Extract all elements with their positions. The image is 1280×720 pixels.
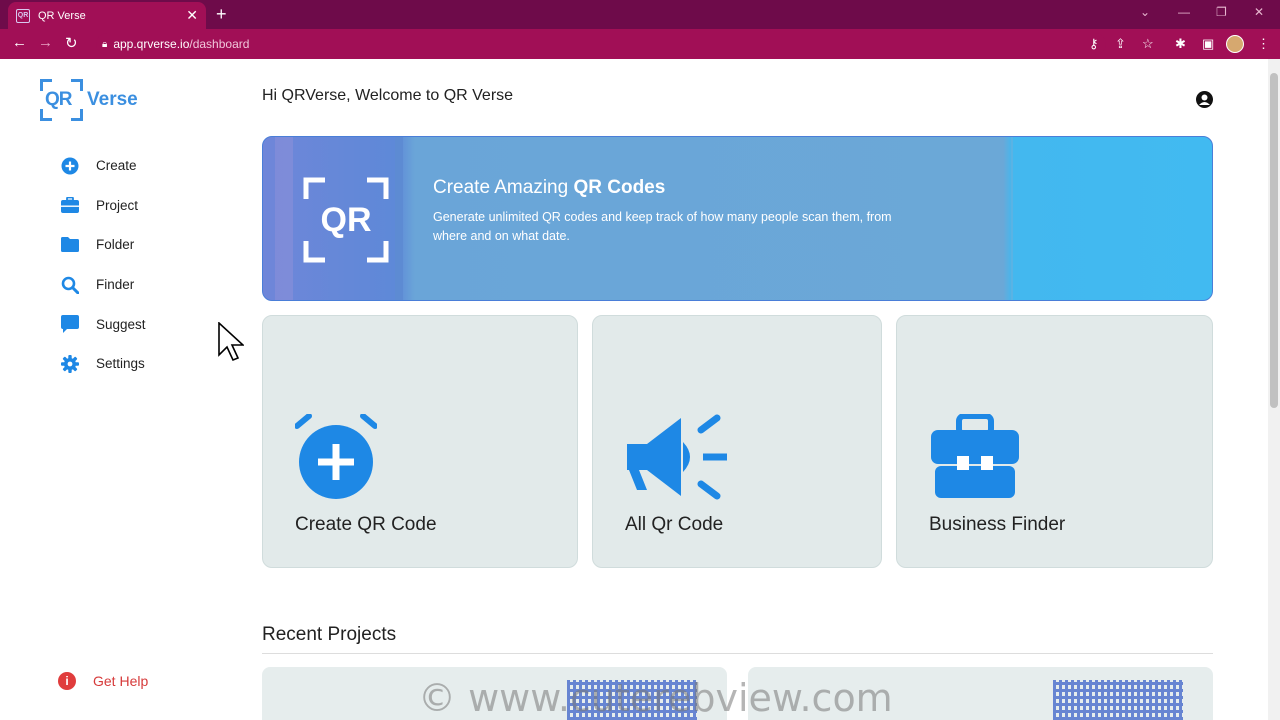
forward-icon[interactable]: → bbox=[38, 34, 53, 51]
hero-banner: QR Create Amazing QR Codes Generate unli… bbox=[262, 136, 1213, 301]
mouse-cursor-icon bbox=[218, 322, 244, 362]
sidebar-item-folder[interactable]: Folder bbox=[60, 225, 146, 265]
extensions-icon[interactable]: ✱ bbox=[1175, 36, 1186, 52]
qr-favicon-icon: QR bbox=[16, 8, 30, 23]
tab-title: QR Verse bbox=[38, 9, 86, 22]
key-icon[interactable]: ⚷ bbox=[1089, 36, 1099, 52]
back-icon[interactable]: ← bbox=[12, 34, 27, 51]
profile-avatar[interactable] bbox=[1226, 35, 1244, 53]
create-qr-code-card[interactable]: Create QR Code bbox=[262, 315, 578, 568]
tab-close-icon[interactable]: ✕ bbox=[186, 7, 198, 24]
info-icon: i bbox=[58, 672, 76, 690]
menu-icon[interactable]: ⋮ bbox=[1257, 36, 1270, 52]
qr-logo-icon: QR bbox=[40, 79, 83, 121]
sidebar-item-settings[interactable]: Settings bbox=[60, 344, 146, 384]
megaphone-icon bbox=[627, 414, 727, 500]
search-icon bbox=[60, 275, 80, 295]
qr-thumbnail bbox=[1053, 680, 1183, 720]
qr-code-icon: QR bbox=[303, 177, 389, 263]
browser-tab-bar: QR QR Verse ✕ + ⌄ — ❐ ✕ bbox=[0, 0, 1280, 29]
scrollbar[interactable] bbox=[1268, 59, 1280, 720]
new-tab-icon[interactable]: + bbox=[216, 4, 227, 25]
sidebar-item-finder[interactable]: Finder bbox=[60, 265, 146, 305]
watermark: © www.cuterebview.com bbox=[418, 676, 893, 720]
folder-icon bbox=[60, 235, 80, 255]
card-label: Create QR Code bbox=[295, 514, 437, 535]
welcome-heading: Hi QRVerse, Welcome to QR Verse bbox=[262, 87, 514, 104]
address-bar-row: ← → ↻ 🔒︎ app.qrverse.io/dashboard ⚷ ⇪ ☆ … bbox=[0, 29, 1280, 59]
sidebar-item-project[interactable]: Project bbox=[60, 186, 146, 226]
browser-tab[interactable]: QR QR Verse ✕ bbox=[8, 2, 206, 29]
all-qr-code-card[interactable]: All Qr Code bbox=[592, 315, 882, 568]
tab-search-icon[interactable]: ⌄ bbox=[1140, 5, 1150, 19]
sidebar-item-suggest[interactable]: Suggest bbox=[60, 304, 146, 344]
business-finder-card[interactable]: Business Finder bbox=[896, 315, 1213, 568]
briefcase-icon bbox=[60, 195, 80, 215]
banner-subtitle: Generate unlimited QR codes and keep tra… bbox=[433, 210, 892, 243]
banner-title: Create Amazing QR Codes bbox=[433, 177, 666, 198]
divider bbox=[262, 653, 1213, 654]
lock-icon: 🔒︎ bbox=[102, 38, 108, 50]
sidepanel-icon[interactable]: ▣ bbox=[1202, 36, 1214, 52]
get-help-link[interactable]: i Get Help bbox=[58, 672, 148, 690]
close-window-icon[interactable]: ✕ bbox=[1254, 5, 1264, 19]
url-domain: app.qrverse.io bbox=[113, 37, 190, 51]
alarm-plus-icon bbox=[295, 414, 377, 499]
toolbox-icon bbox=[931, 414, 1019, 498]
svg-text:QR: QR bbox=[321, 201, 372, 239]
url-path: /dashboard bbox=[189, 37, 250, 51]
card-label: All Qr Code bbox=[625, 514, 724, 535]
card-label: Business Finder bbox=[929, 514, 1066, 535]
restore-icon[interactable]: ❐ bbox=[1216, 5, 1227, 19]
url-field[interactable]: 🔒︎ app.qrverse.io/dashboard bbox=[96, 33, 1106, 55]
user-account-icon[interactable] bbox=[1196, 91, 1213, 108]
gear-icon bbox=[60, 354, 80, 374]
reload-icon[interactable]: ↻ bbox=[65, 34, 78, 52]
share-icon[interactable]: ⇪ bbox=[1115, 36, 1126, 52]
comment-icon bbox=[60, 314, 80, 334]
minimize-icon[interactable]: — bbox=[1178, 5, 1190, 19]
sidebar-item-create[interactable]: Create bbox=[60, 146, 146, 186]
plus-circle-icon bbox=[60, 156, 80, 176]
logo-text: Verse bbox=[87, 89, 138, 110]
sidebar-nav: Create Project Folder Finder Suggest Set… bbox=[60, 146, 146, 384]
star-icon[interactable]: ☆ bbox=[1142, 36, 1154, 52]
logo[interactable]: QR Verse bbox=[40, 79, 138, 121]
recent-projects-heading: Recent Projects bbox=[262, 624, 397, 645]
